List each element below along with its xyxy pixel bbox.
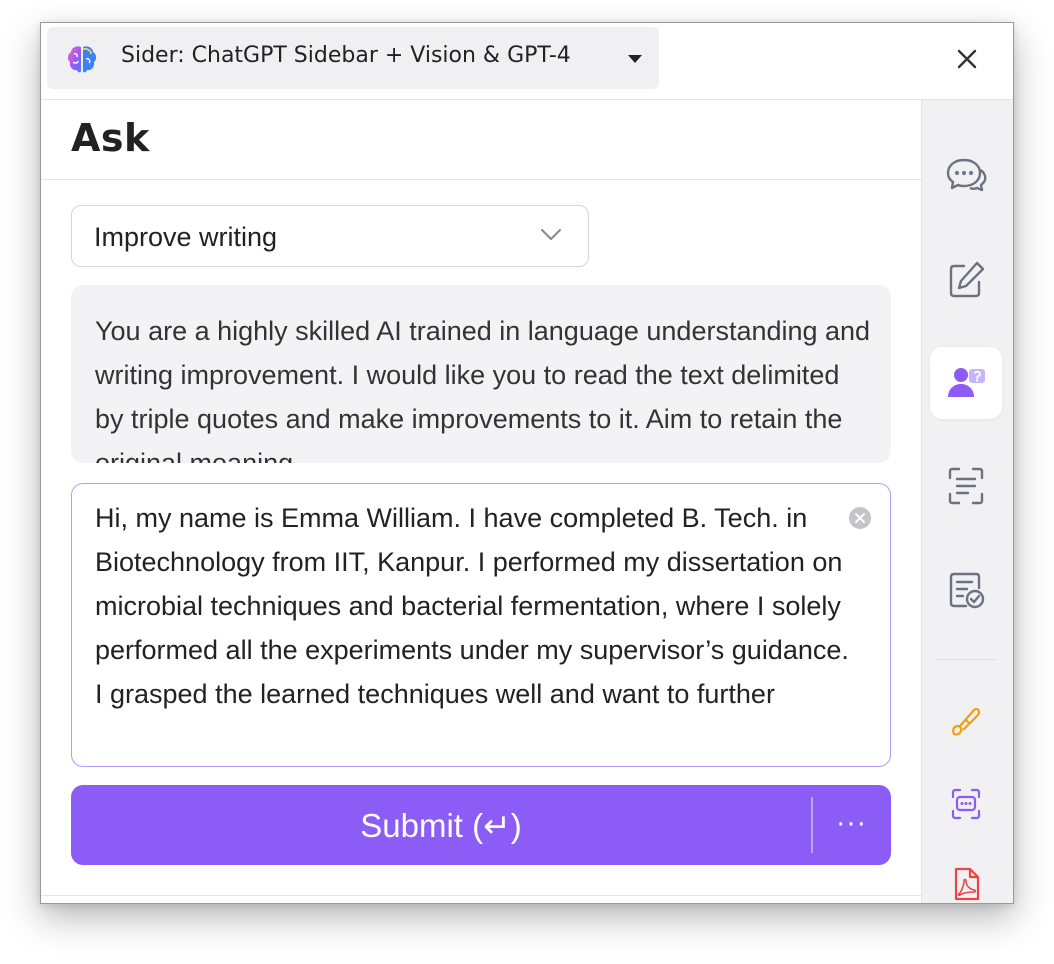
sidebar-item-scan[interactable] <box>930 450 1002 522</box>
sidebar-item-checklist[interactable] <box>930 554 1002 626</box>
app-window: Sider: ChatGPT Sidebar + Vision & GPT-4 … <box>40 22 1014 904</box>
submit-button[interactable]: Submit (↵) <box>71 785 811 865</box>
prompt-template-select[interactable]: Improve writing <box>71 205 589 267</box>
sidebar-item-ask[interactable] <box>930 347 1002 419</box>
pdf-icon <box>954 867 980 901</box>
page-title: Ask <box>71 116 150 160</box>
title-bar: Sider: ChatGPT Sidebar + Vision & GPT-4 <box>41 23 1013 100</box>
select-value: Improve writing <box>94 222 278 252</box>
prompt-text: You are a highly skilled AI trained in l… <box>95 316 871 463</box>
more-options-button[interactable]: ··· <box>813 785 891 865</box>
divider <box>41 179 921 180</box>
chevron-down-icon <box>541 229 561 240</box>
submit-bar: Submit (↵) ··· <box>71 785 891 865</box>
tab-title: Sider: ChatGPT Sidebar + Vision & GPT-4 <box>121 43 571 68</box>
checklist-icon <box>949 572 985 609</box>
divider <box>41 895 921 896</box>
sidebar-item-write[interactable] <box>930 244 1002 316</box>
clear-input-icon[interactable] <box>848 506 872 530</box>
translate-brush-icon <box>952 707 981 736</box>
sidebar-divider <box>936 659 996 660</box>
close-icon[interactable] <box>951 43 983 75</box>
input-text: Hi, my name is Emma William. I have comp… <box>95 503 849 709</box>
extension-tab[interactable]: Sider: ChatGPT Sidebar + Vision & GPT-4 <box>47 27 659 89</box>
sidebar-item-chat[interactable] <box>930 140 1002 212</box>
main-panel: Ask Improve writing You are a highly ski… <box>41 100 922 903</box>
write-icon <box>949 261 985 298</box>
caret-down-icon <box>628 55 642 63</box>
sidebar-item-translate[interactable] <box>930 686 1002 758</box>
brain-logo-icon <box>67 46 97 73</box>
chat-icon <box>946 158 987 192</box>
right-sidebar <box>922 100 1013 903</box>
scan-text-icon <box>948 467 984 505</box>
sidebar-item-pdf[interactable] <box>930 848 1002 903</box>
ask-user-icon <box>948 368 985 397</box>
sidebar-item-chatbot[interactable] <box>930 768 1002 840</box>
prompt-preview[interactable]: You are a highly skilled AI trained in l… <box>71 285 891 463</box>
chatbot-icon <box>951 788 981 820</box>
text-input-area[interactable]: Hi, my name is Emma William. I have comp… <box>71 483 891 767</box>
